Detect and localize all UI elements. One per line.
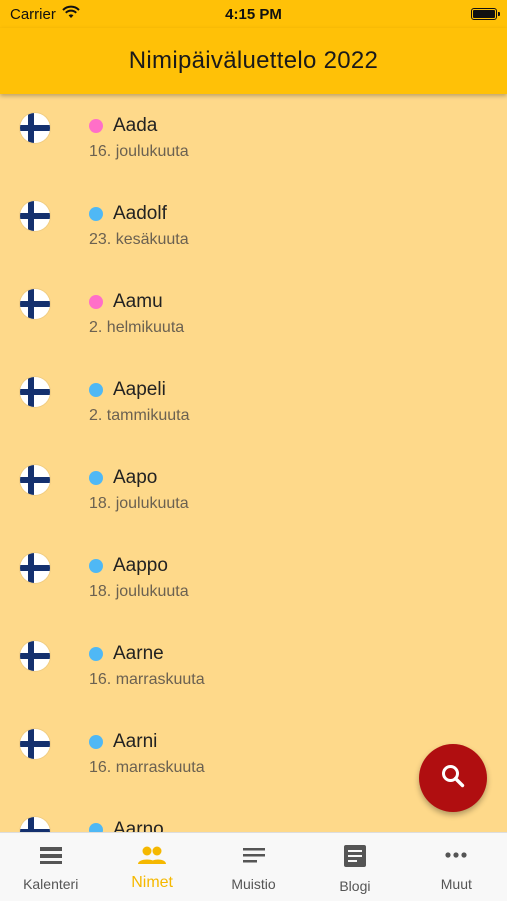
nameday-date: 18. joulukuuta: [89, 495, 189, 512]
tab-bar: Kalenteri Nimet Muistio Blogi Muut: [0, 832, 507, 901]
tab-label: Kalenteri: [23, 876, 79, 892]
finland-flag-icon: [20, 289, 50, 319]
page-title: Nimipäiväluettelo 2022: [128, 47, 379, 74]
notes-icon: [242, 845, 266, 870]
name-label: Aappo: [113, 555, 168, 576]
app-bar: Nimipäiväluettelo 2022: [0, 28, 507, 94]
name-label: Aarno: [113, 819, 164, 832]
finland-flag-icon: [20, 201, 50, 231]
name-label: Aapo: [113, 467, 158, 488]
nameday-date: 16. marraskuuta: [89, 759, 205, 776]
list-item[interactable]: Aadolf 23. kesäkuuta: [0, 194, 507, 282]
article-icon: [343, 845, 367, 872]
nameday-date: 18. joulukuuta: [89, 583, 189, 600]
gender-dot: [89, 119, 103, 133]
finland-flag-icon: [20, 553, 50, 583]
gender-dot: [89, 823, 103, 832]
name-list[interactable]: Aada 16. joulukuuta Aadolf 23. kesäkuuta Aam…: [0, 94, 507, 832]
finland-flag-icon: [20, 465, 50, 495]
list-item[interactable]: Aapo 18. joulukuuta: [0, 458, 507, 546]
tab-kalenteri[interactable]: Kalenteri: [0, 833, 101, 901]
list-item[interactable]: Aappo 18. joulukuuta: [0, 546, 507, 634]
gender-dot: [89, 207, 103, 221]
list-item[interactable]: Aada 16. joulukuuta: [0, 106, 507, 194]
calendar-list-icon: [39, 845, 63, 870]
gender-dot: [89, 471, 103, 485]
carrier-label: Carrier: [10, 5, 56, 23]
tab-blogi[interactable]: Blogi: [304, 833, 405, 901]
search-icon: [440, 763, 466, 794]
nameday-date: 2. helmikuuta: [89, 319, 185, 336]
nameday-date: 16. marraskuuta: [89, 671, 205, 688]
list-item[interactable]: Aamu 2. helmikuuta: [0, 282, 507, 370]
finland-flag-icon: [20, 729, 50, 759]
name-label: Aada: [113, 115, 158, 136]
list-item[interactable]: Aarno: [0, 810, 507, 832]
name-label: Aapeli: [113, 379, 166, 400]
search-button[interactable]: [419, 744, 487, 812]
nameday-date: 2. tammikuuta: [89, 407, 190, 424]
name-label: Aamu: [113, 291, 163, 312]
gender-dot: [89, 559, 103, 573]
finland-flag-icon: [20, 377, 50, 407]
gender-dot: [89, 295, 103, 309]
tab-label: Nimet: [131, 874, 173, 891]
finland-flag-icon: [20, 817, 50, 832]
gender-dot: [89, 383, 103, 397]
name-label: Aarni: [113, 731, 158, 752]
more-icon: [444, 845, 468, 870]
tab-muistio[interactable]: Muistio: [203, 833, 304, 901]
status-bar: Carrier 4:15 PM: [0, 0, 507, 28]
finland-flag-icon: [20, 641, 50, 671]
wifi-icon: [62, 5, 80, 23]
nameday-date: 23. kesäkuuta: [89, 231, 189, 248]
tab-label: Blogi: [339, 878, 371, 894]
tab-label: Muistio: [231, 876, 276, 892]
people-icon: [138, 845, 167, 870]
tab-muut[interactable]: Muut: [406, 833, 507, 901]
list-item[interactable]: Aapeli 2. tammikuuta: [0, 370, 507, 458]
gender-dot: [89, 735, 103, 749]
tab-label: Muut: [440, 876, 472, 892]
list-item[interactable]: Aarne 16. marraskuuta: [0, 634, 507, 722]
finland-flag-icon: [20, 113, 50, 143]
tab-nimet[interactable]: Nimet: [101, 833, 202, 901]
gender-dot: [89, 647, 103, 661]
battery-icon: [470, 8, 500, 20]
status-time: 4:15 PM: [225, 5, 282, 23]
nameday-date: 16. joulukuuta: [89, 143, 189, 160]
name-label: Aadolf: [113, 203, 167, 224]
name-label: Aarne: [113, 643, 164, 664]
